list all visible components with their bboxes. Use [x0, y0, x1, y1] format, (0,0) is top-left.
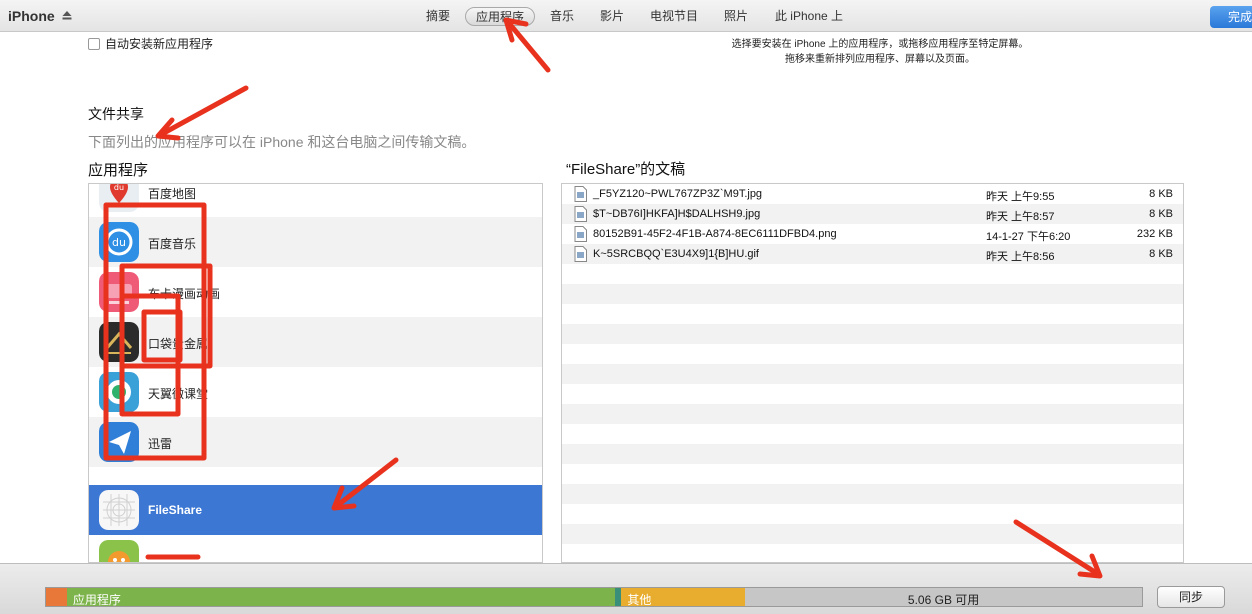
empty-row: [562, 444, 1183, 464]
apps-hint-line-2: 拖移来重新排列应用程序、屏幕以及页面。: [785, 54, 975, 65]
document-row[interactable]: $T~DB76I]HKFA]H$DALHSH9.jpg 昨天 上午8:57 8 …: [562, 204, 1183, 224]
app-label: 口袋贵金属: [148, 337, 209, 351]
file-icon: [574, 186, 587, 202]
document-name: $T~DB76I]HKFA]H$DALHSH9.jpg: [593, 208, 761, 220]
app-row-xunlei[interactable]: 迅雷: [89, 417, 542, 467]
app-row-baidu-music[interactable]: du 百度音乐: [89, 217, 542, 267]
capacity-label-apps: 应用程序: [72, 593, 121, 607]
document-size: 8 KB: [1149, 248, 1173, 260]
file-sharing-title: 文件共享: [88, 106, 144, 122]
tab-apps[interactable]: 应用程序: [465, 7, 535, 26]
apps-hint: 选择要安装在 iPhone 上的应用程序，或拖移应用程序至特定屏幕。 拖移来重新…: [700, 37, 1060, 67]
empty-row: [562, 484, 1183, 504]
apps-hint-line-1: 选择要安装在 iPhone 上的应用程序，或拖移应用程序至特定屏幕。: [731, 39, 1029, 50]
documents-heading: “FileShare”的文稿: [566, 161, 686, 178]
document-date: 昨天 上午8:56: [986, 251, 1055, 263]
tab-music[interactable]: 音乐: [544, 7, 580, 26]
app-label: 迅雷: [148, 437, 173, 451]
svg-text:du: du: [114, 183, 124, 192]
document-date: 昨天 上午8:57: [986, 211, 1055, 223]
empty-row: [562, 464, 1183, 484]
auto-install-checkbox[interactable]: [88, 38, 100, 50]
buka-comics-icon: [99, 272, 139, 312]
capacity-segment-other: 其他: [621, 588, 746, 607]
app-row-buka-comics[interactable]: 布卡漫画动画: [89, 267, 542, 317]
empty-row: [562, 264, 1183, 284]
apps-heading: 应用程序: [88, 162, 149, 179]
document-name: _F5YZ120~PWL767ZP3Z`M9T.jpg: [593, 188, 763, 200]
baidu-map-icon: du: [99, 183, 139, 212]
document-size: 232 KB: [1136, 228, 1173, 240]
app-label: 天翼微课堂: [148, 387, 209, 401]
capacity-segment-audio: [46, 588, 67, 606]
free-space-label: 5.06 GB 可用: [907, 593, 980, 607]
document-name: K~5SRCBQQ`E3U4X9]1{B]HU.gif: [593, 248, 759, 260]
empty-row: [562, 284, 1183, 304]
capacity-label-other: 其他: [627, 593, 652, 607]
documents-list[interactable]: _F5YZ120~PWL767ZP3Z`M9T.jpg 昨天 上午9:55 8 …: [561, 183, 1184, 563]
empty-row: [562, 424, 1183, 444]
app-row-tianyi-class[interactable]: 天翼微课堂: [89, 367, 542, 417]
fileshare-icon: [99, 490, 139, 530]
app-row-koudai-metal[interactable]: 口袋贵金属: [89, 317, 542, 367]
tab-bar: 摘要 应用程序 音乐 影片 电视节目 照片 此 iPhone 上: [0, 0, 1252, 32]
device-toolbar: iPhone 摘要 应用程序 音乐 影片 电视节目 照片 此 iPhone 上 …: [0, 0, 1252, 32]
sync-button[interactable]: 同步: [1157, 586, 1225, 608]
empty-row: [562, 544, 1183, 562]
tianyi-class-icon: [99, 372, 139, 412]
app-label: 百度音乐: [148, 237, 197, 251]
app-row-fileshare[interactable]: FileShare: [89, 485, 542, 535]
document-row[interactable]: 80152B91-45F2-4F1B-A874-8EC6111DFBD4.png…: [562, 224, 1183, 244]
app-label: FileShare: [148, 503, 203, 517]
empty-row: [562, 304, 1183, 324]
document-row[interactable]: _F5YZ120~PWL767ZP3Z`M9T.jpg 昨天 上午9:55 8 …: [562, 184, 1183, 204]
empty-row: [562, 524, 1183, 544]
empty-row: [562, 384, 1183, 404]
tab-on-this-iphone[interactable]: 此 iPhone 上: [768, 7, 850, 26]
capacity-bar-footer: 应用程序 其他 5.06 GB 可用 同步: [0, 563, 1252, 614]
document-size: 8 KB: [1149, 208, 1173, 220]
empty-row: [562, 504, 1183, 524]
auto-install-option[interactable]: 自动安装新应用程序: [88, 36, 213, 52]
capacity-bar: 应用程序 其他 5.06 GB 可用: [45, 587, 1143, 607]
done-button[interactable]: 完成: [1210, 6, 1252, 28]
document-size: 8 KB: [1149, 188, 1173, 200]
app-row-baidu-map[interactable]: du 百度地图: [89, 183, 542, 217]
file-sharing-description: 下面列出的应用程序可以在 iPhone 和这台电脑之间传输文稿。: [88, 134, 476, 150]
app-label: 布卡漫画动画: [148, 287, 221, 301]
file-icon: [574, 246, 587, 262]
alarm-app-icon: [99, 540, 139, 562]
svg-text:du: du: [112, 236, 126, 249]
auto-install-label: 自动安装新应用程序: [105, 37, 214, 51]
capacity-segment-free: 5.06 GB 可用: [745, 588, 1142, 606]
file-icon: [574, 226, 587, 242]
app-row-alarm[interactable]: [89, 535, 542, 562]
document-date: 昨天 上午9:55: [986, 191, 1055, 203]
xunlei-icon: [99, 422, 139, 462]
empty-row: [562, 324, 1183, 344]
document-date: 14-1-27 下午6:20: [986, 231, 1071, 243]
document-name: 80152B91-45F2-4F1B-A874-8EC6111DFBD4.png: [593, 228, 837, 240]
tab-tv-shows[interactable]: 电视节目: [644, 7, 704, 26]
tab-summary[interactable]: 摘要: [418, 7, 458, 26]
empty-row: [562, 404, 1183, 424]
document-row[interactable]: K~5SRCBQQ`E3U4X9]1{B]HU.gif 昨天 上午8:56 8 …: [562, 244, 1183, 264]
empty-row: [562, 364, 1183, 384]
file-sharing-apps-list[interactable]: du 百度地图 du 百度音乐 布卡漫画动画 口袋贵金属 天翼微课堂 迅雷 Fi…: [88, 183, 543, 563]
capacity-segment-apps: 应用程序: [66, 588, 615, 607]
app-label: 百度地图: [148, 187, 197, 201]
annotation-arrow: [159, 85, 249, 137]
tab-photos[interactable]: 照片: [718, 7, 754, 26]
tab-movies[interactable]: 影片: [594, 7, 630, 26]
baidu-music-icon: du: [99, 222, 139, 262]
empty-row: [562, 344, 1183, 364]
file-icon: [574, 206, 587, 222]
koudai-metal-icon: [99, 322, 139, 362]
